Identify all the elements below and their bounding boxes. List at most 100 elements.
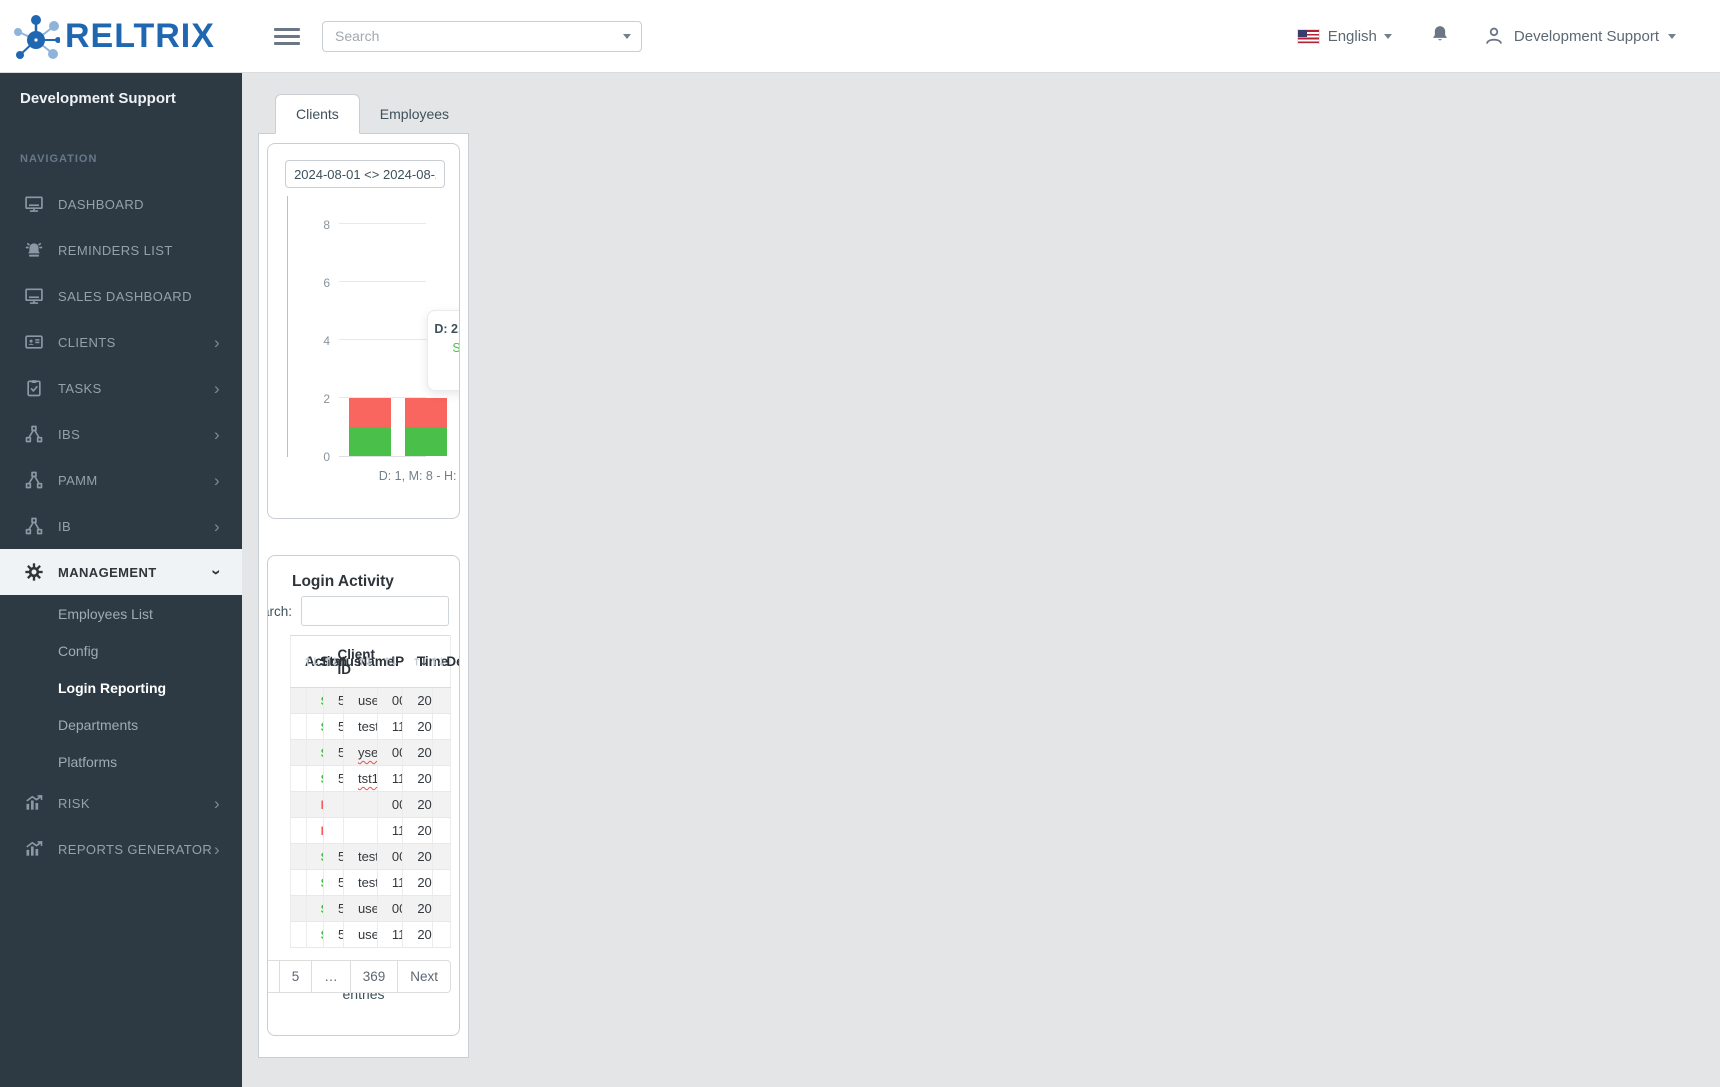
cell-time: 2024-08-16 14:08:03: [403, 818, 433, 844]
sidebar-item-employees-list[interactable]: Employees List: [0, 595, 242, 632]
sidebar-toggle-icon[interactable]: [274, 24, 300, 49]
cell-client-id: [323, 792, 343, 818]
sidebar-item-risk[interactable]: RISK›: [0, 780, 242, 826]
chart-bar[interactable]: [349, 398, 391, 456]
sidebar-item-label: Login Reporting: [58, 680, 242, 696]
cell-action: [291, 714, 307, 740]
cell-name: test 1234: [343, 714, 377, 740]
tab-clients[interactable]: Clients: [275, 94, 360, 134]
sidebar-item-label: CLIENTS: [58, 335, 214, 350]
page-button-ellipsis: …: [311, 960, 351, 993]
sidebar-item-sales-dashboard[interactable]: SALES DASHBOARD: [0, 273, 242, 319]
column-header-ip[interactable]: IP↑↓: [377, 636, 402, 688]
column-header-name[interactable]: Name↑↓: [343, 636, 377, 688]
app-header: RELTRIX Search English: [0, 0, 1720, 73]
y-axis-tick: 2: [300, 392, 330, 406]
alarm-icon: [24, 240, 44, 260]
cell-time: 2024-08-26 15:58:04: [403, 714, 433, 740]
cell-name: [343, 792, 377, 818]
cell-name: yser 4: [343, 740, 377, 766]
sidebar-item-tasks[interactable]: TASKS›: [0, 365, 242, 411]
sidebar-item-reminders-list[interactable]: REMINDERS LIST: [0, 227, 242, 273]
bell-icon: [1430, 23, 1450, 45]
page-button-369[interactable]: 369: [350, 960, 399, 993]
cell-time: 2024-08-14 10:05:31: [403, 870, 433, 896]
sidebar-item-management[interactable]: MANAGEMENT›: [0, 549, 242, 595]
sidebar-item-platforms[interactable]: Platforms: [0, 743, 242, 780]
column-header-details[interactable]: Details↑↓: [432, 636, 450, 688]
cell-details: [432, 896, 450, 922]
user-icon: [1483, 25, 1505, 47]
sidebar: Development Support NAVIGATION DASHBOARD…: [0, 73, 242, 1087]
sidebar-item-label: RISK: [58, 796, 214, 811]
column-header-client-id[interactable]: Client ID↑↓: [323, 636, 343, 688]
table-search-input[interactable]: [301, 596, 449, 626]
sidebar-item-label: IBS: [58, 427, 214, 442]
cell-ip: 000.000.000.00: [377, 896, 402, 922]
sidebar-item-label: IB: [58, 519, 214, 534]
cell-ip: 000.000.000.00: [377, 844, 402, 870]
cell-time: 2024-08-16 16:08:44: [403, 792, 433, 818]
y-axis-tick: 4: [300, 334, 330, 348]
cell-status: FAILED: [306, 792, 323, 818]
user-menu[interactable]: Development Support: [1483, 25, 1676, 47]
card-title-login-activity: Login Activity: [292, 573, 394, 591]
chevron-right-icon: ›: [214, 426, 220, 443]
chevron-down-icon: [623, 34, 631, 39]
cell-client-id: 519543: [323, 740, 343, 766]
page-button-5[interactable]: 5: [279, 960, 313, 993]
y-axis-tick: 0: [300, 450, 330, 464]
cell-ip: 000.000.000.00: [377, 688, 402, 714]
cell-details: [432, 818, 450, 844]
monitor-icon: [24, 194, 44, 214]
tab-employees[interactable]: Employees: [360, 95, 469, 133]
sort-icon: ↑↓: [303, 655, 317, 668]
sidebar-item-departments[interactable]: Departments: [0, 706, 242, 743]
chart-bar[interactable]: [405, 398, 447, 456]
bar-success-segment: [349, 427, 391, 456]
page-button-next[interactable]: Next: [397, 960, 451, 993]
sidebar-item-reports-generator[interactable]: REPORTS GENERATOR›: [0, 826, 242, 872]
cell-client-id: 519541: [323, 844, 343, 870]
sidebar-item-login-reporting[interactable]: Login Reporting: [0, 669, 242, 706]
cell-action: [291, 818, 307, 844]
column-header-time[interactable]: Time↑↓: [403, 636, 433, 688]
cell-name: user 75: [343, 896, 377, 922]
brand-logo[interactable]: RELTRIX: [0, 10, 242, 62]
gridline: [339, 223, 426, 224]
table-row: FAILED11.111.111.112024-08-16 14:08:03: [291, 818, 451, 844]
chevron-right-icon: ›: [214, 380, 220, 397]
sidebar-item-pamm[interactable]: PAMM›: [0, 457, 242, 503]
sort-icon: ↑↓: [382, 655, 396, 668]
cell-status: SUCCESS: [306, 922, 323, 948]
cell-client-id: 519542: [323, 766, 343, 792]
network-icon: [24, 516, 44, 536]
y-axis-line: [287, 196, 288, 457]
table-row: SUCCESS519541test000.000.000.002024-08-1…: [291, 844, 451, 870]
cell-details: [432, 870, 450, 896]
clipboard-icon: [24, 378, 44, 398]
network-icon: [24, 424, 44, 444]
sidebar-item-clients[interactable]: CLIENTS›: [0, 319, 242, 365]
login-activity-card: Login Activity All Search: ActionStatus↑…: [267, 555, 460, 1036]
header-right-group: English Development Support: [1298, 23, 1720, 50]
gridline: [339, 339, 426, 340]
column-header-status[interactable]: Status↑↓: [306, 636, 323, 688]
cell-action: [291, 844, 307, 870]
sidebar-item-ibs[interactable]: IBS›: [0, 411, 242, 457]
cell-ip: 11.111.111.11: [377, 766, 402, 792]
sidebar-item-ib[interactable]: IB›: [0, 503, 242, 549]
language-selector[interactable]: English: [1298, 28, 1392, 45]
bar-success-segment: [405, 427, 447, 456]
sidebar-item-config[interactable]: Config: [0, 632, 242, 669]
header-search-input[interactable]: Search: [322, 21, 642, 52]
notifications-button[interactable]: [1430, 23, 1450, 50]
date-range-input[interactable]: [285, 160, 445, 188]
tab-bar: Clients Employees: [258, 94, 469, 134]
cell-time: 2024-08-14 11:04:20: [403, 844, 433, 870]
cell-details: [432, 740, 450, 766]
cell-ip: 11.111.111.11: [377, 922, 402, 948]
sidebar-item-dashboard[interactable]: DASHBOARD: [0, 181, 242, 227]
cell-name: user 75: [343, 922, 377, 948]
table-row: SUCCESS519538user 75000.000.000.002024-0…: [291, 896, 451, 922]
